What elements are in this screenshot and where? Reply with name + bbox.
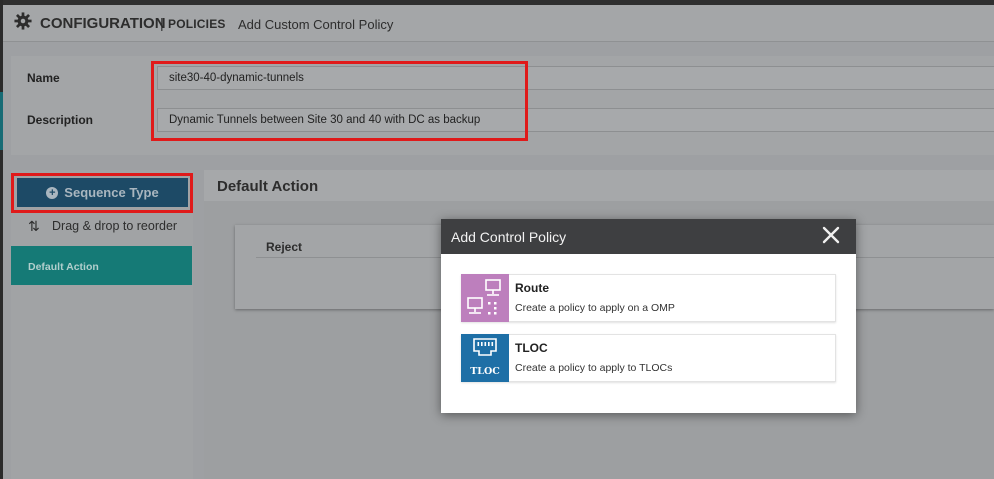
reorder-icon: ⇅ [28, 218, 40, 234]
sidebar-item-label: Default Action [28, 261, 99, 273]
tloc-icon-label: TLOC [470, 366, 500, 377]
section-link[interactable]: POLICIES [168, 17, 226, 31]
route-description: Create a policy to apply on a OMP [515, 302, 675, 314]
tloc-title: TLOC [515, 341, 548, 355]
left-edge-accent [0, 92, 3, 150]
gear-icon [14, 12, 32, 30]
highlight-fields [151, 61, 528, 141]
route-icon-graphic [467, 279, 501, 315]
main-title-bar [204, 170, 994, 201]
sequence-sidebar [11, 170, 193, 479]
modal-title: Add Control Policy [451, 229, 567, 245]
main-title: Default Action [217, 178, 319, 195]
route-title: Route [515, 281, 549, 295]
breadcrumb: Add Custom Control Policy [238, 17, 394, 32]
description-label: Description [27, 113, 94, 127]
highlight-sequence-button [11, 173, 193, 213]
drag-hint: Drag & drop to reorder [52, 219, 178, 233]
close-icon[interactable] [821, 225, 841, 245]
left-edge [0, 0, 3, 479]
tloc-description: Create a policy to apply to TLOCs [515, 362, 673, 374]
name-label: Name [27, 71, 60, 85]
page-title: CONFIGURATION [40, 15, 166, 32]
route-icon [461, 274, 509, 322]
title-separator: | [160, 15, 164, 31]
action-value: Reject [266, 240, 303, 254]
